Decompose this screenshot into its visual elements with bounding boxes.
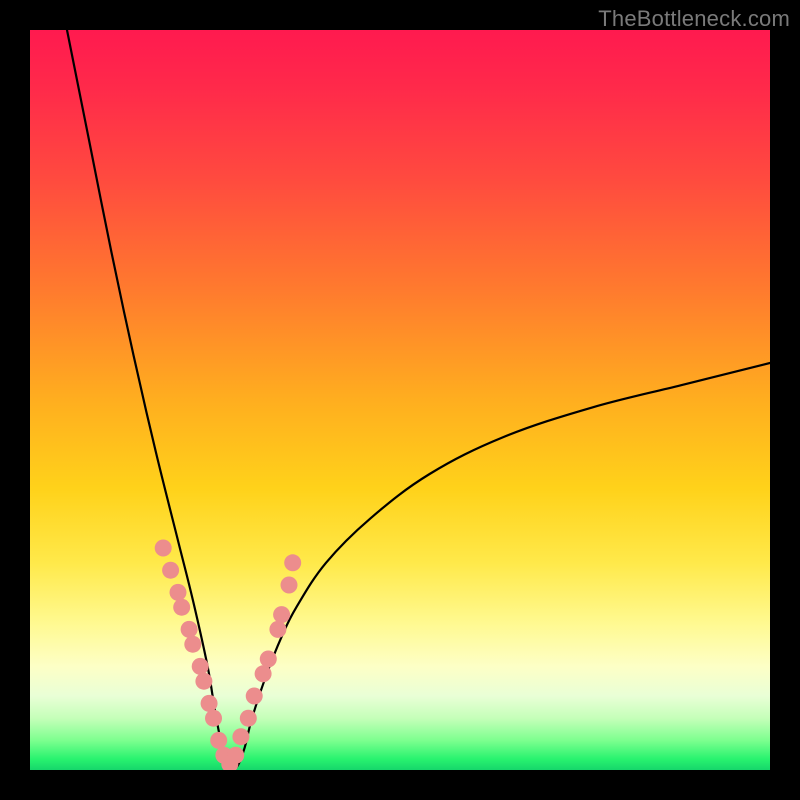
highlight-dot — [273, 606, 290, 623]
highlight-dot — [192, 658, 209, 675]
highlight-dot — [227, 747, 244, 764]
highlight-dot — [269, 621, 286, 638]
plot-area — [30, 30, 770, 770]
highlight-dot — [155, 540, 172, 557]
highlight-dots-group — [155, 540, 302, 771]
highlight-dot — [255, 665, 272, 682]
bottleneck-curve — [67, 30, 770, 769]
outer-frame: TheBottleneck.com — [0, 0, 800, 800]
highlight-dot — [232, 728, 249, 745]
highlight-dot — [195, 673, 212, 690]
highlight-dot — [184, 636, 201, 653]
highlight-dot — [210, 732, 227, 749]
highlight-dot — [260, 651, 277, 668]
highlight-dot — [201, 695, 218, 712]
highlight-dot — [284, 554, 301, 571]
highlight-dot — [240, 710, 257, 727]
highlight-dot — [173, 599, 190, 616]
highlight-dot — [205, 710, 222, 727]
highlight-dot — [281, 577, 298, 594]
highlight-dot — [162, 562, 179, 579]
watermark-text: TheBottleneck.com — [598, 6, 790, 32]
highlight-dot — [181, 621, 198, 638]
highlight-dot — [170, 584, 187, 601]
highlight-dot — [246, 688, 263, 705]
chart-svg — [30, 30, 770, 770]
